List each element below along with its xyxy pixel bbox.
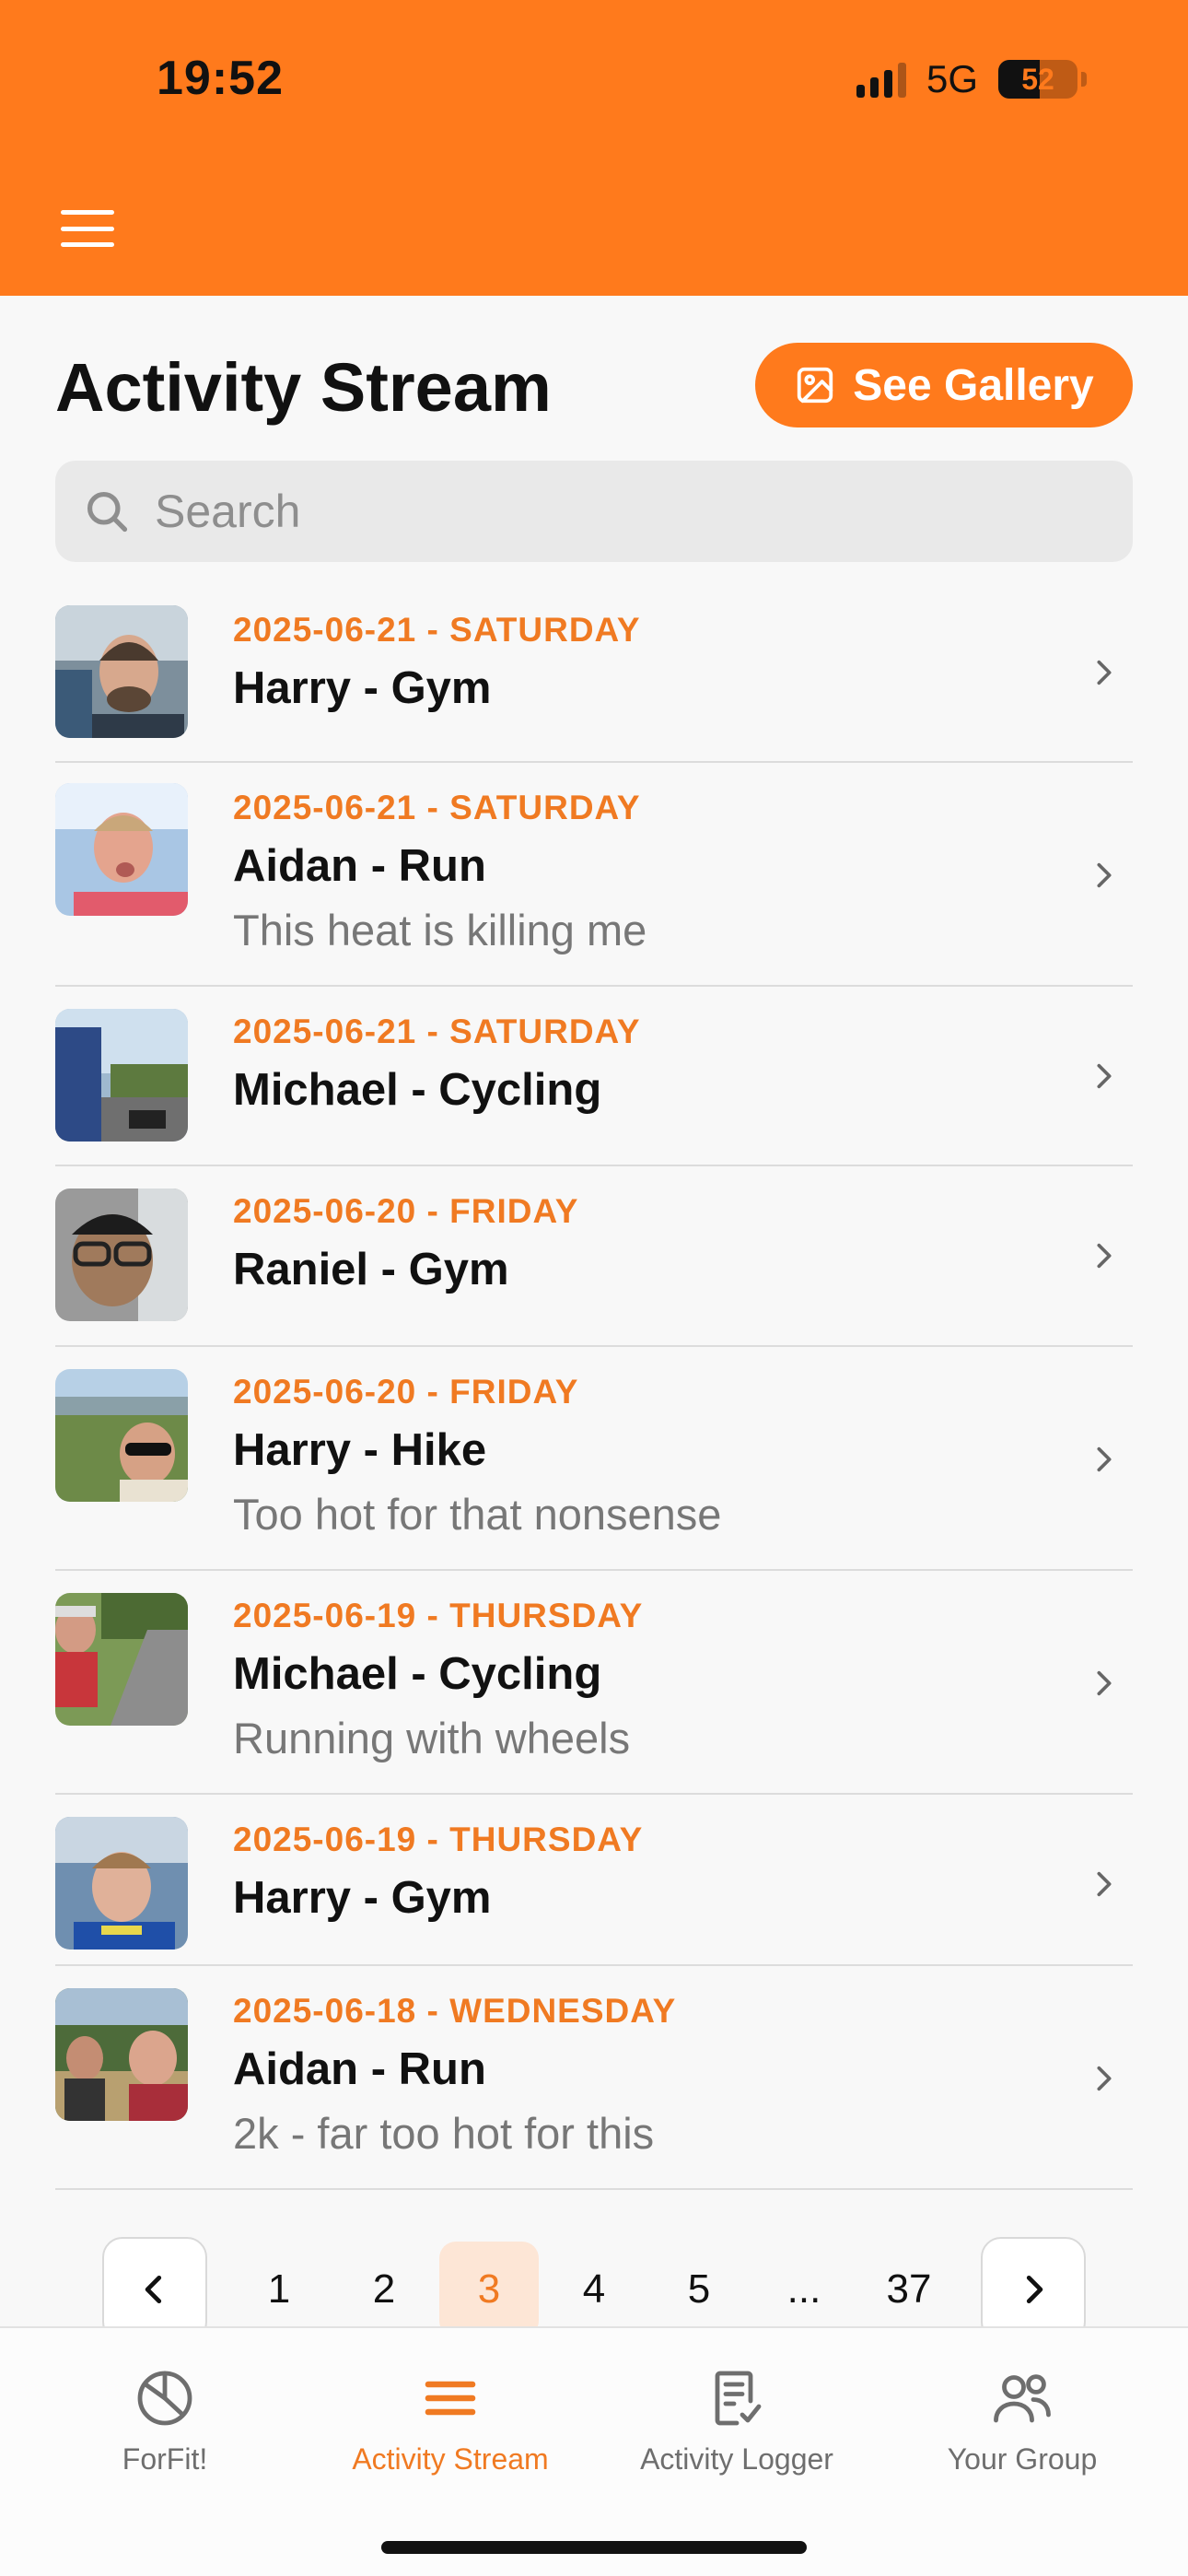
page-ellipsis: ... <box>786 2266 821 2312</box>
activity-date: 2025-06-19 - THURSDAY <box>233 1821 644 1858</box>
activity-date: 2025-06-21 - SATURDAY <box>233 611 641 649</box>
chevron-right-icon <box>1089 1240 1120 1271</box>
activity-note: Too hot for that nonsense <box>233 1490 722 1539</box>
activity-row[interactable]: 2025-06-21 - SATURDAY Michael - Cycling <box>55 987 1133 1166</box>
activity-date: 2025-06-20 - FRIDAY <box>233 1192 579 1230</box>
tab-label: Your Group <box>947 2442 1098 2476</box>
page-number[interactable]: 37 <box>859 2242 959 2337</box>
activity-date: 2025-06-18 - WEDNESDAY <box>233 1992 677 2030</box>
page-number-current[interactable]: 3 <box>439 2242 539 2337</box>
chevron-right-icon <box>1089 1668 1120 1699</box>
activity-row[interactable]: 2025-06-21 - SATURDAY Aidan - Run This h… <box>55 763 1133 987</box>
activity-title: Harry - Hike <box>233 1425 487 1475</box>
activity-photo <box>55 1009 188 1142</box>
activity-date: 2025-06-21 - SATURDAY <box>233 789 641 826</box>
activity-text: 2025-06-21 - SATURDAY Michael - Cycling <box>233 1013 641 1116</box>
tab-activity-stream[interactable]: Activity Stream <box>303 2365 598 2476</box>
status-indicators: 5G 52 <box>856 57 1087 101</box>
search-icon <box>87 491 128 533</box>
search-bar[interactable] <box>55 461 1133 562</box>
tab-activity-logger[interactable]: Activity Logger <box>589 2365 884 2476</box>
activity-date: 2025-06-21 - SATURDAY <box>233 1013 641 1050</box>
status-time: 19:52 <box>157 52 284 105</box>
activity-title: Raniel - Gym <box>233 1245 509 1294</box>
activity-photo <box>55 1188 188 1321</box>
activity-date: 2025-06-20 - FRIDAY <box>233 1373 579 1411</box>
activity-text: 2025-06-19 - THURSDAY Harry - Gym <box>233 1821 643 1924</box>
activity-text: 2025-06-21 - SATURDAY Harry - Gym <box>233 611 641 714</box>
signal-icon <box>856 61 906 98</box>
activity-date: 2025-06-19 - THURSDAY <box>233 1597 644 1634</box>
battery-icon: 52 <box>998 60 1077 99</box>
chevron-right-icon <box>1026 2275 1043 2304</box>
home-indicator <box>381 2541 807 2554</box>
chevron-right-icon <box>1089 2063 1120 2094</box>
tab-forfit[interactable]: ForFit! <box>17 2365 312 2476</box>
activity-title: Harry - Gym <box>233 663 492 713</box>
activity-title: Aidan - Run <box>233 2044 486 2094</box>
activity-title: Michael - Cycling <box>233 1065 602 1115</box>
activity-title: Aidan - Run <box>233 841 486 891</box>
page-number[interactable]: 4 <box>544 2242 644 2337</box>
activity-note: Running with wheels <box>233 1714 631 1762</box>
page-title: Activity Stream <box>55 349 552 426</box>
activity-row[interactable]: 2025-06-20 - FRIDAY Harry - Hike Too hot… <box>55 1347 1133 1571</box>
activity-text: 2025-06-18 - WEDNESDAY Aidan - Run 2k - … <box>233 1992 676 2159</box>
tab-your-group[interactable]: Your Group <box>875 2365 1170 2476</box>
activity-note: 2k - far too hot for this <box>233 2109 655 2158</box>
page-number[interactable]: 2 <box>334 2242 434 2337</box>
group-icon <box>994 2374 1051 2423</box>
list-icon <box>425 2381 476 2416</box>
see-gallery-label: See Gallery <box>853 360 1094 410</box>
hamburger-icon[interactable] <box>61 210 114 247</box>
pie-chart-icon <box>137 2371 192 2426</box>
search-input[interactable] <box>155 485 1076 538</box>
activity-photo <box>55 783 188 916</box>
activity-list: 2025-06-21 - SATURDAY Harry - Gym 2025-0… <box>55 594 1133 2190</box>
checklist-icon <box>715 2371 762 2426</box>
chevron-right-icon <box>1089 1868 1120 1900</box>
activity-title: Michael - Cycling <box>233 1649 602 1699</box>
page-number[interactable]: 1 <box>229 2242 329 2337</box>
tab-label: Activity Logger <box>640 2442 833 2476</box>
image-icon <box>798 367 833 404</box>
activity-photo <box>55 1988 188 2121</box>
activity-photo <box>55 1369 188 1502</box>
page-number[interactable]: 5 <box>649 2242 749 2337</box>
chevron-right-icon <box>1089 657 1120 688</box>
chevron-left-icon <box>145 2275 162 2304</box>
activity-row[interactable]: 2025-06-21 - SATURDAY Harry - Gym <box>55 594 1133 763</box>
see-gallery-button[interactable]: See Gallery <box>755 343 1133 427</box>
activity-photo <box>55 605 188 738</box>
network-type: 5G <box>926 57 978 100</box>
battery-level: 52 <box>1021 62 1054 96</box>
chevron-right-icon <box>1089 860 1120 891</box>
activity-row[interactable]: 2025-06-20 - FRIDAY Raniel - Gym <box>55 1166 1133 1347</box>
activity-text: 2025-06-19 - THURSDAY Michael - Cycling … <box>233 1597 643 1763</box>
chevron-right-icon <box>1089 1444 1120 1475</box>
tab-label: ForFit! <box>122 2442 208 2476</box>
activity-note: This heat is killing me <box>233 906 647 954</box>
activity-text: 2025-06-20 - FRIDAY Harry - Hike Too hot… <box>233 1373 721 1540</box>
activity-row[interactable]: 2025-06-18 - WEDNESDAY Aidan - Run 2k - … <box>55 1966 1133 2190</box>
activity-photo <box>55 1593 188 1726</box>
tab-label: Activity Stream <box>352 2442 549 2476</box>
activity-row[interactable]: 2025-06-19 - THURSDAY Michael - Cycling … <box>55 1571 1133 1795</box>
activity-title: Harry - Gym <box>233 1873 492 1923</box>
activity-row[interactable]: 2025-06-19 - THURSDAY Harry - Gym <box>55 1795 1133 1966</box>
tab-bar: ForFit! Activity Stream Activity Logger … <box>0 2326 1188 2576</box>
activity-text: 2025-06-21 - SATURDAY Aidan - Run This h… <box>233 789 646 955</box>
chevron-right-icon <box>1089 1060 1120 1092</box>
activity-photo <box>55 1817 188 1950</box>
activity-text: 2025-06-20 - FRIDAY Raniel - Gym <box>233 1192 578 1295</box>
app-header: 19:52 5G 52 <box>0 0 1188 296</box>
